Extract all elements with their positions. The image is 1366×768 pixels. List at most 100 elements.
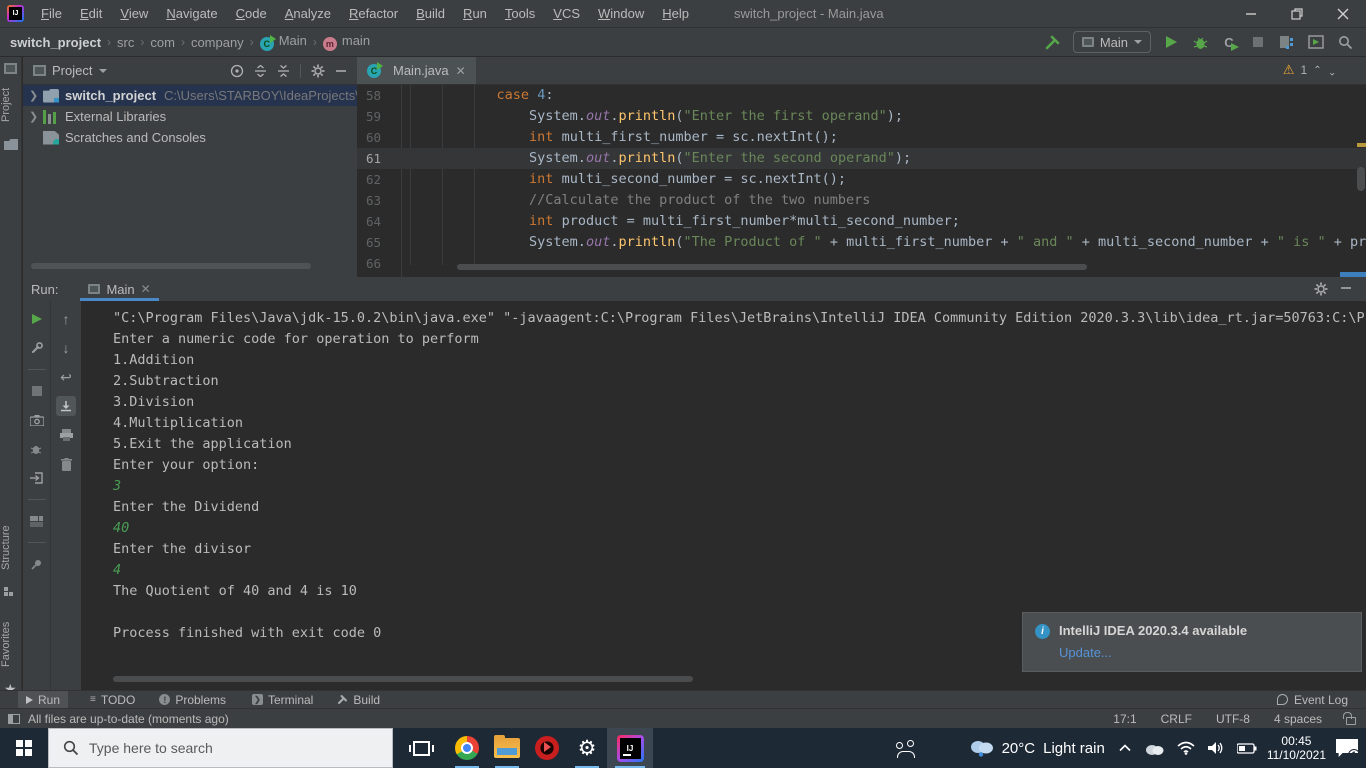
close-tab-icon[interactable]: ✕ xyxy=(456,64,466,78)
tree-item-scratches[interactable]: Scratches and Consoles xyxy=(23,127,357,148)
prev-warning-icon[interactable]: ⌃ xyxy=(1313,65,1321,76)
chevron-right-icon[interactable]: ❯ xyxy=(29,110,43,123)
down-stack-trace-icon[interactable]: ↓ xyxy=(56,338,76,358)
menu-item-run[interactable]: Run xyxy=(454,0,496,28)
layout-settings-icon[interactable] xyxy=(27,511,47,531)
menu-item-build[interactable]: Build xyxy=(407,0,454,28)
tree-item-external-libraries[interactable]: ❯ External Libraries xyxy=(23,106,357,127)
dump-threads-icon[interactable] xyxy=(27,439,47,459)
tab-main-java[interactable]: C Main.java ✕ xyxy=(357,57,476,84)
line-ending[interactable]: CRLF xyxy=(1161,712,1192,726)
breadcrumb-item-src[interactable]: src xyxy=(117,35,134,50)
close-tab-icon[interactable]: ✕ xyxy=(141,282,151,296)
editor-area[interactable]: C Main.java ✕ 58 case 4: 59 System.out.pr… xyxy=(357,57,1366,277)
soft-wrap-icon[interactable]: ↩ xyxy=(56,367,76,387)
settings-gear-icon[interactable] xyxy=(1314,282,1328,296)
horizontal-scrollbar[interactable] xyxy=(113,676,693,682)
code-editor[interactable]: 58 case 4: 59 System.out.println("Enter t… xyxy=(357,85,1366,277)
file-explorer-icon[interactable] xyxy=(487,728,527,768)
next-warning-icon[interactable]: ⌃ xyxy=(1328,65,1336,76)
settings-gear-icon[interactable]: ⚙ xyxy=(567,728,607,768)
debug-button[interactable] xyxy=(1191,33,1209,51)
action-center-icon[interactable]: 1 xyxy=(1336,739,1358,757)
collapse-all-icon[interactable] xyxy=(277,64,290,77)
onedrive-cloud-icon[interactable] xyxy=(1144,742,1164,755)
run-configuration-select[interactable]: Main xyxy=(1072,31,1151,53)
tab-problems[interactable]: ! Problems xyxy=(151,691,234,709)
sidebar-item-structure[interactable]: Structure xyxy=(0,515,22,581)
taskbar-search[interactable]: Type here to search xyxy=(48,728,393,768)
battery-icon[interactable] xyxy=(1236,742,1257,754)
project-tool-icon[interactable] xyxy=(4,63,17,74)
stop-button[interactable] xyxy=(27,381,47,401)
breadcrumb-item-main[interactable]: C Main xyxy=(259,33,307,51)
breadcrumb-item-com[interactable]: com xyxy=(150,35,175,50)
menu-item-edit[interactable]: Edit xyxy=(71,0,111,28)
screenshot-camera-icon[interactable] xyxy=(27,410,47,430)
chrome-icon[interactable] xyxy=(447,728,487,768)
run-tab-main[interactable]: Main ✕ xyxy=(80,277,159,301)
locate-icon[interactable] xyxy=(230,64,244,78)
caret-position[interactable]: 17:1 xyxy=(1113,712,1136,726)
wifi-icon[interactable] xyxy=(1177,741,1195,755)
tab-build[interactable]: Build xyxy=(329,691,388,709)
modify-run-config-wrench-icon[interactable] xyxy=(27,338,47,358)
weather-widget[interactable]: 20°C Light rain xyxy=(968,738,1105,758)
menu-item-refactor[interactable]: Refactor xyxy=(340,0,407,28)
indent-setting[interactable]: 4 spaces xyxy=(1274,712,1322,726)
search-everywhere-icon[interactable] xyxy=(1336,33,1354,51)
update-notification[interactable]: i IntelliJ IDEA 2020.3.4 available Updat… xyxy=(1022,612,1362,672)
start-button[interactable] xyxy=(0,728,48,768)
vertical-scrollbar[interactable] xyxy=(1357,167,1365,191)
horizontal-scrollbar[interactable] xyxy=(457,264,1087,270)
inspection-widget[interactable]: ⚠ 1 ⌃ ⌃ xyxy=(1283,62,1336,78)
restore-button[interactable] xyxy=(1274,0,1320,28)
close-button[interactable] xyxy=(1320,0,1366,28)
readonly-lock-icon[interactable] xyxy=(1343,711,1356,725)
stop-button[interactable] xyxy=(1249,33,1267,51)
menu-item-vcs[interactable]: VCS xyxy=(544,0,589,28)
breadcrumb-item-main[interactable]: m main xyxy=(322,33,370,51)
hide-panel-icon[interactable] xyxy=(335,65,347,77)
up-stack-trace-icon[interactable]: ↑ xyxy=(56,309,76,329)
menu-item-help[interactable]: Help xyxy=(653,0,698,28)
tool-window-run-icon[interactable] xyxy=(1307,33,1325,51)
sidebar-item-favorites[interactable]: Favorites xyxy=(0,613,22,675)
tab-terminal[interactable]: ❯ Terminal xyxy=(244,691,321,709)
exit-icon[interactable] xyxy=(27,468,47,488)
folder-icon[interactable] xyxy=(4,139,18,150)
rerun-button[interactable] xyxy=(27,309,47,329)
build-hammer-icon[interactable] xyxy=(1044,33,1062,51)
task-view-button[interactable] xyxy=(401,728,441,768)
breadcrumb-item-switch_project[interactable]: switch_project xyxy=(10,35,101,50)
tab-run[interactable]: Run xyxy=(18,690,69,709)
update-link[interactable]: Update... xyxy=(1059,645,1349,660)
settings-gear-icon[interactable] xyxy=(311,64,325,78)
pin-tab-icon[interactable] xyxy=(27,554,47,574)
intellij-taskbar-icon[interactable]: IJ xyxy=(607,728,653,768)
file-encoding[interactable]: UTF-8 xyxy=(1216,712,1250,726)
sidebar-item-project[interactable]: Project xyxy=(0,79,22,131)
chevron-right-icon[interactable]: ❯ xyxy=(29,89,43,102)
clock-widget[interactable]: 00:45 11/10/2021 xyxy=(1267,734,1326,762)
run-button[interactable] xyxy=(1162,33,1180,51)
red-app-icon[interactable] xyxy=(527,728,567,768)
menu-item-file[interactable]: File xyxy=(32,0,71,28)
menu-item-analyze[interactable]: Analyze xyxy=(276,0,340,28)
minimize-button[interactable] xyxy=(1228,0,1274,28)
tray-expand-icon[interactable] xyxy=(1119,744,1131,752)
print-icon[interactable] xyxy=(56,425,76,445)
horizontal-scrollbar[interactable] xyxy=(31,263,311,269)
breadcrumb-item-company[interactable]: company xyxy=(191,35,244,50)
people-icon[interactable] xyxy=(895,740,916,758)
chevron-down-icon[interactable] xyxy=(99,68,108,73)
tree-item-project-root[interactable]: ❯ switch_project C:\Users\STARBOY\IdeaPr… xyxy=(23,85,357,106)
clear-console-trash-icon[interactable] xyxy=(56,454,76,474)
menu-item-tools[interactable]: Tools xyxy=(496,0,544,28)
profiler-icon[interactable] xyxy=(1278,33,1296,51)
scroll-to-end-icon[interactable] xyxy=(56,396,76,416)
run-with-coverage-button[interactable]: C xyxy=(1220,33,1239,51)
expand-all-icon[interactable] xyxy=(254,64,267,77)
tab-todo[interactable]: ≡ TODO xyxy=(82,691,143,709)
volume-icon[interactable] xyxy=(1207,741,1224,755)
